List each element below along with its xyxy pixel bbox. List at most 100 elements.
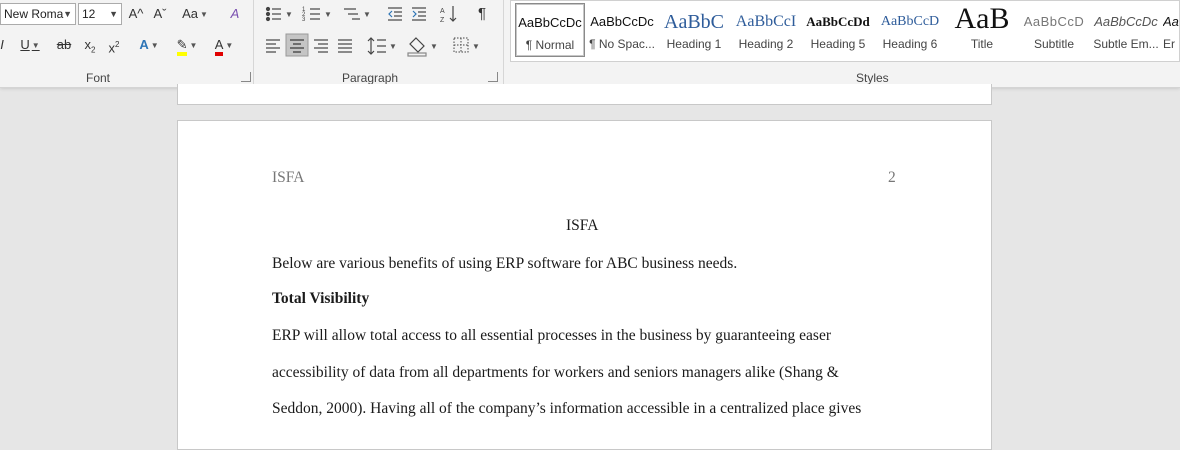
paragraph-icons: ▼ 123 ▼ ▼ AZ ▼ ▼ ▼ bbox=[265, 6, 480, 57]
show-hide-pilcrow-button[interactable]: ¶ bbox=[472, 3, 492, 25]
style-heading-2[interactable]: AaBbCcI Heading 2 bbox=[731, 3, 801, 57]
style-heading-1[interactable]: AaBbC Heading 1 bbox=[659, 3, 729, 57]
line-spacing-icon[interactable] bbox=[367, 37, 386, 55]
decrease-indent-icon[interactable] bbox=[388, 7, 402, 21]
chevron-down-icon: ▼ bbox=[363, 10, 371, 19]
previous-page bbox=[177, 84, 992, 105]
underline-button[interactable]: U ▼ bbox=[14, 34, 46, 56]
style-title[interactable]: AaB Title bbox=[947, 3, 1017, 57]
shading-icon[interactable] bbox=[407, 37, 427, 57]
clear-formatting-button[interactable]: A bbox=[224, 3, 246, 25]
font-group-label: Font bbox=[86, 71, 111, 85]
style-subtle-emphasis[interactable]: AaBbCcDc Subtle Em... bbox=[1091, 3, 1161, 57]
style-name: Subtitle bbox=[1033, 37, 1075, 51]
underline-label: U bbox=[20, 37, 30, 52]
font-size-value: 12 bbox=[82, 7, 96, 21]
styles-gallery: AaBbCcDc ¶ Normal AaBbCcDc ¶ No Spac... … bbox=[510, 0, 1180, 62]
text-effects-button[interactable]: A ▼ bbox=[134, 34, 164, 56]
style-name: Heading 2 bbox=[738, 37, 794, 51]
grow-font-button[interactable]: A^ bbox=[126, 3, 146, 25]
style-name: Subtle Em... bbox=[1093, 37, 1159, 51]
ribbon: New Roma ▼ 12 ▼ A^ Aˇ Aa ▼ A I U ▼ ab x2 x… bbox=[0, 0, 1180, 88]
chevron-down-icon: ▼ bbox=[225, 40, 234, 50]
font-name-value: New Roma bbox=[4, 7, 64, 21]
style-sample: AaBbCcDc bbox=[1094, 14, 1158, 29]
shrink-font-button[interactable]: Aˇ bbox=[150, 3, 170, 25]
font-name-combo[interactable]: New Roma ▼ bbox=[0, 3, 76, 25]
style-sample: AaBbCcD bbox=[1023, 14, 1085, 29]
document-title: ISFA bbox=[566, 217, 599, 234]
align-right-icon[interactable] bbox=[314, 39, 328, 53]
bullets-icon[interactable] bbox=[265, 6, 282, 22]
align-center-active-bg bbox=[285, 33, 309, 57]
style-name: ¶ Normal bbox=[525, 38, 575, 52]
chevron-down-icon: ▼ bbox=[109, 9, 118, 19]
multilevel-list-icon[interactable] bbox=[344, 8, 360, 20]
paragraph: Below are various benefits of using ERP … bbox=[272, 255, 738, 272]
text-effects-icon: A bbox=[139, 37, 149, 52]
font-color-icon: A bbox=[214, 38, 224, 56]
style-emphasis[interactable]: Aa Er bbox=[1163, 3, 1179, 57]
section-heading: Total Visibility bbox=[272, 290, 370, 307]
font-size-combo[interactable]: 12 ▼ bbox=[78, 3, 122, 25]
superscript-mark: 2 bbox=[115, 40, 120, 49]
highlight-button[interactable]: ✎ ▼ bbox=[170, 34, 204, 56]
style-name: Title bbox=[970, 37, 994, 51]
clear-formatting-icon: A bbox=[230, 6, 240, 21]
chevron-down-icon: ▼ bbox=[63, 9, 72, 19]
body-line: Seddon, 2000). Having all of the company… bbox=[272, 400, 862, 417]
body-line: accessibility of data from all departmen… bbox=[272, 364, 839, 381]
paragraph-group-label: Paragraph bbox=[342, 71, 399, 85]
strikethrough-button[interactable]: ab bbox=[54, 34, 74, 56]
change-case-label: Aa bbox=[182, 6, 198, 21]
style-heading-6[interactable]: AaBbCcD Heading 6 bbox=[875, 3, 945, 57]
style-heading-5[interactable]: AaBbCcDd Heading 5 bbox=[803, 3, 873, 57]
justify-icon[interactable] bbox=[338, 39, 352, 53]
body-line: ERP will allow total access to all essen… bbox=[272, 327, 831, 344]
change-case-button[interactable]: Aa ▼ bbox=[178, 3, 212, 25]
style-sample: AaBbCcDd bbox=[806, 14, 870, 29]
style-name: ¶ No Spac... bbox=[589, 37, 655, 51]
group-separator bbox=[253, 0, 254, 85]
group-separator bbox=[503, 0, 504, 85]
chevron-down-icon: ▼ bbox=[389, 42, 397, 51]
svg-text:A: A bbox=[440, 8, 445, 15]
sort-icon[interactable]: AZ bbox=[440, 6, 457, 24]
chevron-down-icon: ▼ bbox=[31, 40, 40, 50]
italic-button[interactable]: I bbox=[0, 34, 8, 56]
highlighter-icon: ✎ bbox=[176, 38, 188, 56]
chevron-down-icon: ▼ bbox=[430, 42, 438, 51]
align-left-icon[interactable] bbox=[266, 39, 280, 53]
style-subtitle[interactable]: AaBbCcD Subtitle bbox=[1019, 3, 1089, 57]
font-color-button[interactable]: A ▼ bbox=[208, 34, 240, 56]
chevron-down-icon: ▼ bbox=[324, 10, 332, 19]
increase-indent-icon[interactable] bbox=[412, 7, 426, 21]
numbering-icon[interactable]: 123 bbox=[302, 7, 320, 23]
style-normal[interactable]: AaBbCcDc ¶ Normal bbox=[515, 3, 585, 57]
styles-group-label: Styles bbox=[856, 71, 889, 85]
style-sample: Aa bbox=[1163, 14, 1179, 29]
subscript-button[interactable]: x2 bbox=[80, 34, 100, 56]
font-dialog-launcher-icon[interactable] bbox=[241, 72, 251, 82]
superscript-button[interactable]: x2 bbox=[104, 34, 124, 56]
chevron-down-icon: ▼ bbox=[285, 10, 293, 19]
paragraph-dialog-launcher-icon[interactable] bbox=[488, 72, 498, 82]
style-name: Heading 1 bbox=[666, 37, 722, 51]
chevron-down-icon: ▼ bbox=[150, 40, 159, 50]
chevron-down-icon: ▼ bbox=[189, 40, 198, 50]
style-sample: AaBbCcDc bbox=[590, 14, 654, 29]
style-sample: AaBbCcDc bbox=[518, 15, 582, 30]
style-sample: AaBbCcD bbox=[880, 14, 940, 29]
style-name: Heading 6 bbox=[882, 37, 938, 51]
svg-text:Z: Z bbox=[440, 17, 445, 24]
borders-icon[interactable] bbox=[453, 37, 469, 53]
style-sample: AaBbCcI bbox=[735, 13, 797, 30]
subscript-mark: 2 bbox=[91, 45, 96, 55]
style-sample: AaB bbox=[954, 3, 1010, 33]
style-name: Er bbox=[1163, 37, 1175, 51]
page-number: 2 bbox=[888, 169, 896, 186]
style-name: Heading 5 bbox=[810, 37, 866, 51]
chevron-down-icon: ▼ bbox=[472, 42, 480, 51]
style-no-spacing[interactable]: AaBbCcDc ¶ No Spac... bbox=[587, 3, 657, 57]
header-left: ISFA bbox=[272, 169, 305, 186]
